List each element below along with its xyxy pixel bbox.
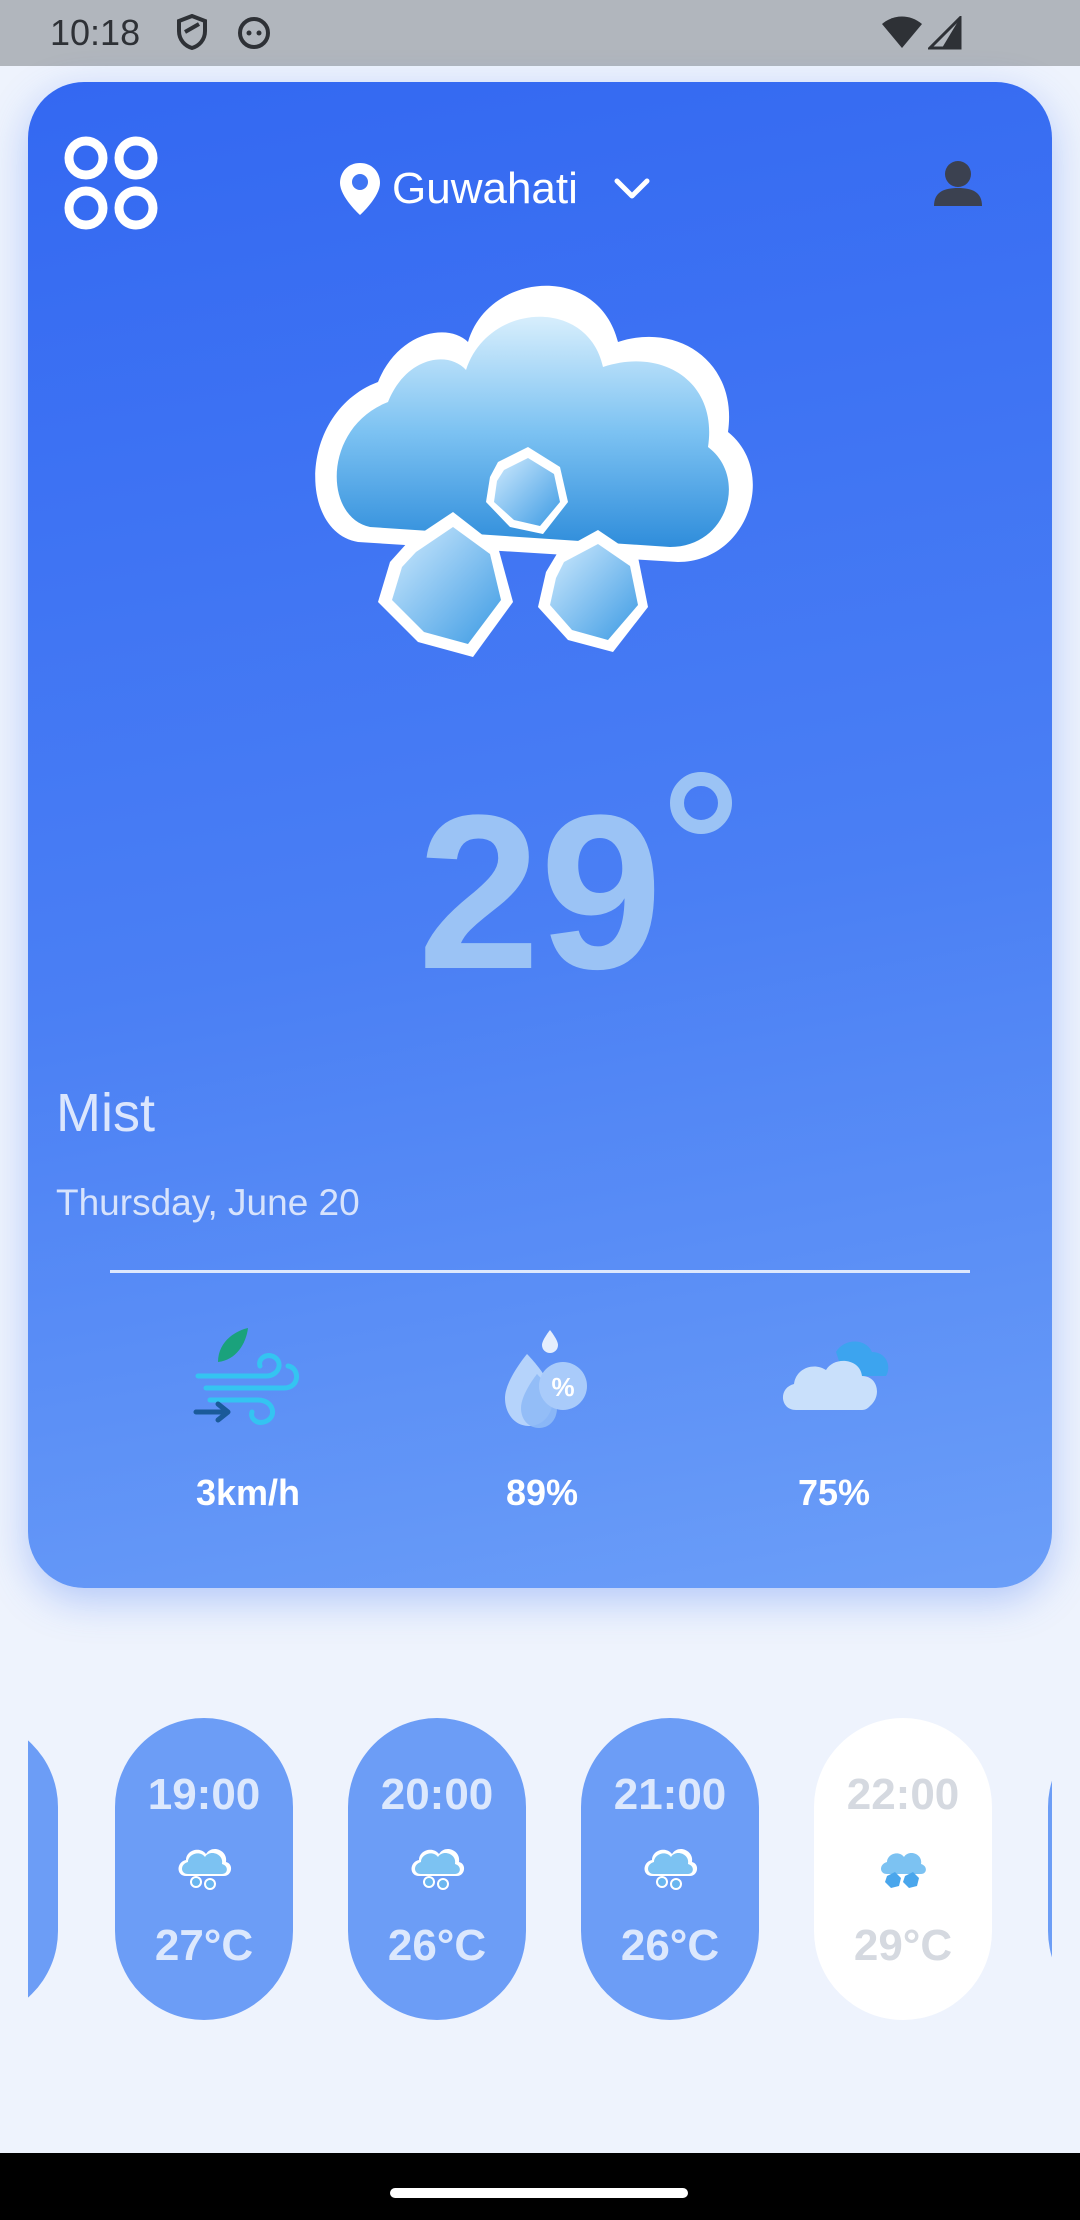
shield-icon [177,14,207,50]
status-bar: 10:18 [0,0,1080,66]
temperature-display: 29 [28,772,1052,1002]
cloud-cover-value: 75% [797,1472,871,1513]
hourly-time: 21:00 [613,1770,727,1819]
hourly-forecast-list[interactable]: 19:00 27°C 20:00 26°C 21:00 26°C 22:00 2… [28,1718,1052,2024]
degree-symbol [670,772,733,834]
current-weather-card: Guwahati 29 Mist Thursday, June 20 3km/h… [28,82,1052,1588]
hourly-item[interactable]: 21:00 26°C [581,1718,759,2020]
weather-condition: Mist [56,1083,155,1143]
menu-grid-icon[interactable] [62,134,162,234]
cloud-icon [782,1341,889,1410]
profile-icon[interactable] [928,154,988,214]
mist-small-icon [644,1848,698,1890]
divider [110,1270,970,1273]
android-face-icon [238,17,270,49]
location-name: Guwahati [392,164,578,213]
hourly-temperature: 29°C [853,1921,953,1970]
location-selector[interactable]: Guwahati [338,154,650,224]
current-temperature: 29 [418,772,733,1002]
navigation-bar [0,2153,1080,2220]
chevron-down-icon [614,178,650,199]
humidity-stat: % 89% [432,1322,652,1514]
signal-icon [928,16,962,50]
mist-small-icon [178,1848,232,1890]
mist-weather-icon [315,285,753,657]
wind-icon [193,1328,299,1425]
humidity-icon: % [505,1330,587,1428]
hourly-temperature: 27°C [154,1921,254,1970]
hourly-time: 19:00 [147,1770,261,1819]
wifi-icon [882,16,922,48]
hourly-item-selected[interactable]: 22:00 29°C [814,1718,992,2020]
hourly-item[interactable]: 20:00 26°C [348,1718,526,2020]
current-date: Thursday, June 20 [56,1182,360,1223]
humidity-value: 89% [505,1472,579,1513]
hourly-item-partial[interactable] [1048,1718,1052,2020]
hourly-time: 20:00 [380,1770,494,1819]
mist-small-icon [881,1853,926,1888]
status-time: 10:18 [50,12,141,53]
home-indicator[interactable] [390,2188,688,2198]
hourly-temperature: 26°C [620,1921,720,1970]
cloud-cover-stat: 75% [724,1322,944,1514]
mist-small-icon [411,1848,465,1890]
hourly-time: 22:00 [846,1770,960,1819]
location-pin-icon [340,163,380,215]
svg-text:%: % [551,1372,574,1402]
hourly-temperature: 26°C [387,1921,487,1970]
wind-stat: 3km/h [138,1322,358,1514]
hourly-item[interactable]: 19:00 27°C [115,1718,293,2020]
wind-speed-value: 3km/h [195,1472,301,1513]
hourly-item-partial[interactable] [28,1718,58,2020]
